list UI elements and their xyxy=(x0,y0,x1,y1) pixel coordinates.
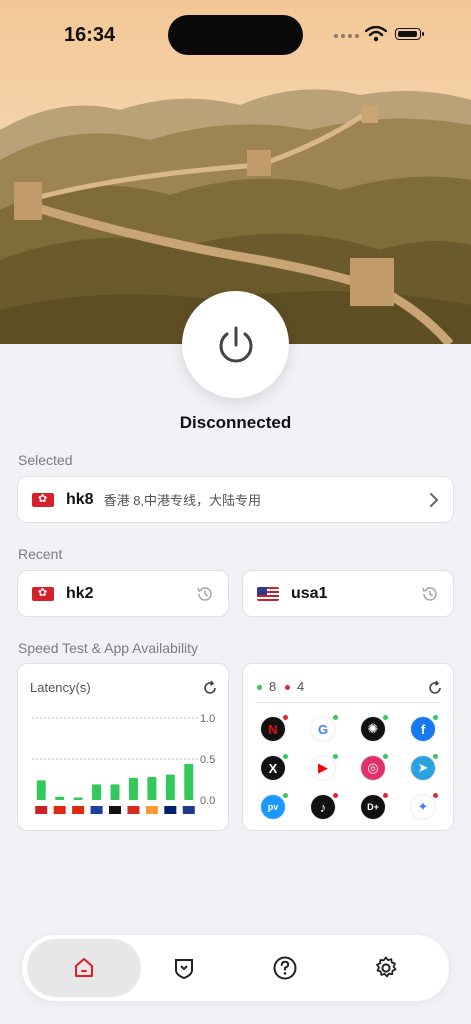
x-icon: X xyxy=(261,754,288,780)
availability-dot xyxy=(383,754,388,759)
history-icon xyxy=(197,586,212,601)
availability-dot xyxy=(383,793,388,798)
youtube-icon: ▶ xyxy=(311,754,338,780)
selected-section-title: Selected xyxy=(18,452,73,468)
latency-bar xyxy=(36,780,46,800)
divider xyxy=(255,702,441,703)
tab-home[interactable] xyxy=(27,939,141,997)
y-tick-label: 0.5 xyxy=(200,754,215,766)
available-dot xyxy=(257,685,262,690)
status-time: 16:34 xyxy=(64,24,116,46)
availability-dot xyxy=(283,793,288,798)
latency-bar xyxy=(128,777,138,800)
availability-dot xyxy=(333,793,338,798)
chatgpt-icon: ✺ xyxy=(361,715,388,741)
latency-bar xyxy=(147,777,157,800)
connect-power-button[interactable] xyxy=(182,291,289,398)
recent-section-title: Recent xyxy=(18,546,63,562)
hk-flag-icon xyxy=(32,492,54,507)
y-tick-label: 1.0 xyxy=(200,713,215,725)
google-icon: G xyxy=(311,715,338,741)
flag-de-icon xyxy=(109,806,121,814)
dynamic-island xyxy=(168,15,303,55)
disney-plus-icon: D+ xyxy=(361,793,388,819)
tab-shield[interactable] xyxy=(127,939,241,997)
tab-settings[interactable] xyxy=(329,939,443,997)
status-bar: 16:34 xyxy=(0,0,471,70)
shield-icon xyxy=(175,959,193,980)
help-icon xyxy=(273,956,297,980)
latency-title: Latency(s) xyxy=(30,680,91,695)
flag-us-icon xyxy=(35,806,48,814)
latency-bar xyxy=(73,797,83,800)
latency-card: Latency(s) 1.0 0.5 0.0 xyxy=(17,663,229,831)
unavailable-dot xyxy=(285,685,290,690)
flag-cn-icon xyxy=(72,806,85,814)
flag-gb-icon xyxy=(182,806,195,814)
hk-flag-icon xyxy=(32,586,54,601)
selected-server-name: hk8 xyxy=(66,490,94,508)
availability-dot xyxy=(333,754,338,759)
recent-server-card[interactable]: usa1 xyxy=(242,570,454,617)
availability-dot xyxy=(433,715,438,720)
availability-dot xyxy=(433,754,438,759)
recent-server-name: usa1 xyxy=(291,584,328,602)
availability-dot xyxy=(433,793,438,798)
bottom-tab-bar xyxy=(22,935,449,1001)
flag-in-icon xyxy=(145,806,158,814)
refresh-icon[interactable] xyxy=(202,680,218,696)
flag-au-icon xyxy=(164,806,177,814)
flag-fr-icon xyxy=(90,806,103,814)
availability-dot xyxy=(383,715,388,720)
wifi-icon xyxy=(365,26,387,42)
gemini-icon: ✦ xyxy=(411,793,438,819)
availability-dot xyxy=(283,715,288,720)
latency-bar xyxy=(55,796,65,800)
availability-dot xyxy=(283,754,288,759)
latency-bar xyxy=(110,784,120,800)
connection-status: Disconnected xyxy=(179,413,292,432)
facebook-icon: f xyxy=(411,715,438,741)
selected-server-card[interactable]: hk8 香港 8,中港专线，大陆专用 xyxy=(17,476,454,523)
history-icon xyxy=(422,586,437,601)
flag-ca-icon xyxy=(127,806,140,814)
recent-server-card[interactable]: hk2 xyxy=(17,570,229,617)
power-icon xyxy=(219,326,252,362)
settings-icon xyxy=(376,956,397,978)
us-flag-icon xyxy=(257,586,279,601)
home-icon xyxy=(75,958,93,977)
latency-bar xyxy=(184,763,194,800)
available-count: 8 xyxy=(269,679,277,694)
chevron-right-icon xyxy=(430,492,439,507)
flag-cn-icon xyxy=(53,806,66,814)
latency-bar-chart: 1.0 0.5 0.0 xyxy=(32,713,215,814)
telegram-icon: ➤ xyxy=(411,754,438,780)
unavailable-count: 4 xyxy=(297,679,305,694)
tab-help[interactable] xyxy=(228,939,342,997)
y-tick-label: 0.0 xyxy=(200,795,215,807)
cellular-signal-icon xyxy=(334,34,359,38)
tiktok-icon: ♪ xyxy=(311,793,338,819)
availability-dot xyxy=(333,715,338,720)
latency-bar xyxy=(165,774,175,800)
recent-server-name: hk2 xyxy=(66,584,94,602)
app-availability-card: 8 4 N G ✺ f X ▶ ◎ ➤ pv ♪ D+ ✦ xyxy=(242,663,454,831)
prime-video-icon: pv xyxy=(261,793,288,819)
selected-server-description: 香港 8,中港专线，大陆专用 xyxy=(103,493,262,508)
instagram-icon: ◎ xyxy=(361,754,388,780)
latency-bar xyxy=(92,784,102,800)
battery-icon xyxy=(395,28,424,40)
refresh-icon[interactable] xyxy=(427,680,443,696)
netflix-icon: N xyxy=(261,715,288,741)
speed-section-title: Speed Test & App Availability xyxy=(18,640,199,656)
